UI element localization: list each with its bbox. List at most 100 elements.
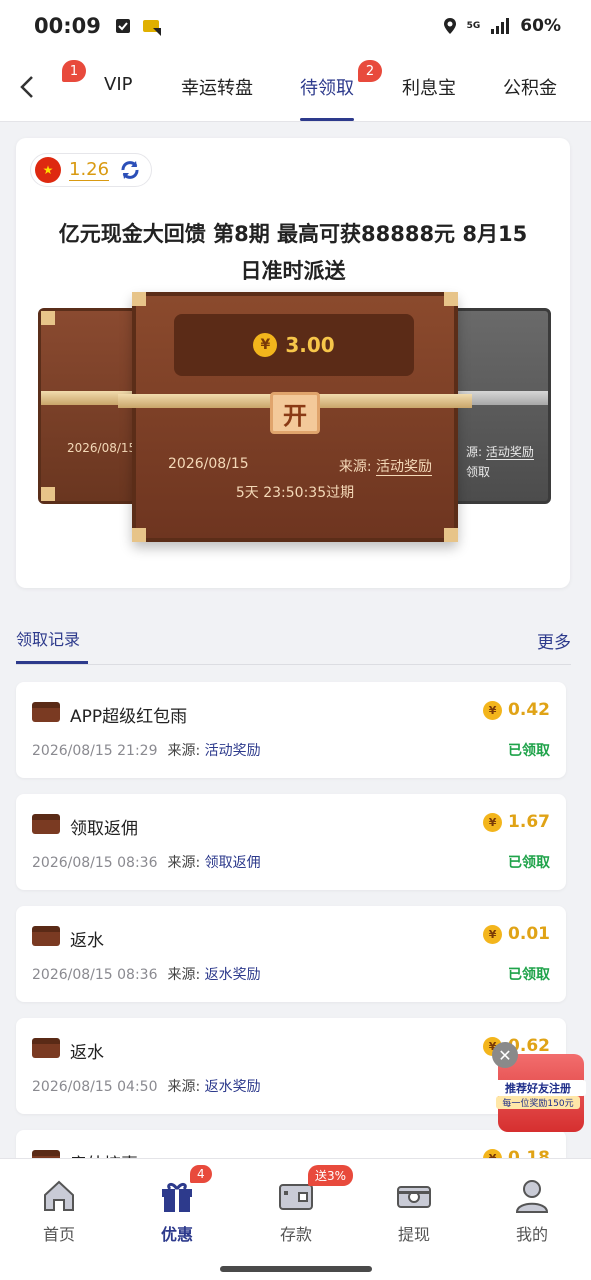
status-right: 5G 60% bbox=[443, 16, 561, 36]
signal-icon bbox=[491, 18, 510, 34]
record-amount-value: 1.67 bbox=[508, 812, 550, 832]
checkbox-notification-icon bbox=[115, 19, 130, 33]
record-title: 返水 bbox=[70, 1043, 104, 1063]
yuan-coin-icon: ¥ bbox=[483, 924, 503, 944]
chest-carousel: 2026/08/15 源: 活动奖励 领取 ¥ 3.00 开 2026/08/1… bbox=[16, 288, 570, 548]
yuan-coin-icon: ¥ bbox=[483, 812, 503, 832]
china-flag-icon: ★ bbox=[35, 157, 61, 183]
record-source-value: 活动奖励 bbox=[204, 743, 261, 759]
record-item[interactable]: 返水 ¥0.01 2026/08/15 08:36 来源: 返水奖励 已领取 bbox=[16, 906, 566, 1002]
home-icon bbox=[44, 1180, 74, 1211]
more-link[interactable]: 更多 bbox=[537, 628, 571, 653]
treasure-chest-card: ★ 1.26 亿元现金大回馈 第8期 最高可获88888元 8月15日准时派送 … bbox=[16, 138, 570, 588]
record-meta: 2026/08/15 08:36 来源: 返水奖励 bbox=[32, 964, 261, 984]
network-type: 5G bbox=[466, 20, 481, 31]
section-divider bbox=[16, 664, 571, 665]
top-tab-bar: 1 VIP 幸运转盘 待领取 2 利息宝 公积金 bbox=[0, 52, 591, 122]
chest-corner bbox=[444, 292, 458, 306]
balance-pill: ★ 1.26 bbox=[30, 153, 153, 187]
record-amount: ¥0.01 bbox=[483, 924, 550, 944]
record-source-value: 返水奖励 bbox=[204, 967, 261, 983]
record-datetime: 2026/08/15 08:36 bbox=[32, 967, 158, 983]
nav-home-label: 首页 bbox=[42, 1225, 75, 1244]
record-source-label: 来源: bbox=[167, 967, 201, 983]
record-datetime: 2026/08/15 04:50 bbox=[32, 1079, 158, 1095]
chest-amount-panel: ¥ 3.00 bbox=[174, 314, 414, 376]
record-amount-value: 0.01 bbox=[508, 924, 550, 944]
refresh-icon[interactable] bbox=[117, 157, 143, 183]
record-source-value: 返水奖励 bbox=[204, 1079, 261, 1095]
record-title: 领取返佣 bbox=[70, 819, 138, 839]
record-item[interactable]: APP超级红包雨 ¥0.42 2026/08/15 21:29 来源: 活动奖励 … bbox=[16, 682, 566, 778]
record-status: 已领取 bbox=[508, 967, 550, 983]
withdraw-icon bbox=[397, 1186, 431, 1208]
chest-source-value: 活动奖励 bbox=[376, 459, 432, 476]
chest-expire-countdown: 5天 23:50:35过期 bbox=[235, 485, 355, 501]
chest-corner bbox=[132, 528, 146, 542]
notification-icons bbox=[115, 16, 163, 36]
main-chest[interactable]: ¥ 3.00 开 2026/08/15 来源: 活动奖励 5天 23:50:35… bbox=[118, 292, 472, 542]
record-meta: 2026/08/15 21:29 来源: 活动奖励 bbox=[32, 740, 261, 760]
record-status: 已领取 bbox=[508, 743, 550, 759]
tab-pending[interactable]: 待领取 bbox=[300, 74, 354, 100]
close-icon[interactable]: ✕ bbox=[492, 1042, 518, 1068]
chevron-left-icon bbox=[20, 76, 33, 98]
tab-interest[interactable]: 利息宝 bbox=[402, 74, 456, 100]
nav-promotions-label: 优惠 bbox=[160, 1225, 193, 1244]
record-datetime: 2026/08/15 08:36 bbox=[32, 855, 158, 871]
record-amount: ¥1.67 bbox=[483, 812, 550, 832]
next-chest-source: 源: 活动奖励 bbox=[466, 443, 534, 460]
nav-withdraw-label: 提现 bbox=[397, 1225, 430, 1244]
status-bar: 00:09 5G 60% bbox=[0, 0, 591, 52]
nav-deposit-label: 存款 bbox=[279, 1225, 312, 1244]
prev-chest-date: 2026/08/15 bbox=[67, 441, 137, 455]
battery-level: 60% bbox=[520, 16, 561, 36]
app-notification-icon bbox=[142, 20, 161, 36]
record-item[interactable]: 返水 ¥0.62 2026/08/15 04:50 来源: 返水奖励 bbox=[16, 1018, 566, 1114]
record-title: APP超级红包雨 bbox=[70, 707, 188, 727]
chest-corner bbox=[41, 487, 55, 501]
chest-corner bbox=[132, 292, 146, 306]
chest-amount: 3.00 bbox=[285, 333, 335, 357]
tab-lucky-wheel[interactable]: 幸运转盘 bbox=[181, 74, 253, 100]
deposit-badge: 送3% bbox=[308, 1165, 354, 1186]
nav-profile[interactable]: 我的 bbox=[492, 1177, 572, 1245]
next-chest-extra: 领取 bbox=[466, 465, 491, 479]
nav-home[interactable]: 首页 bbox=[19, 1177, 99, 1245]
tab-provident-fund[interactable]: 公积金 bbox=[503, 74, 557, 100]
status-time: 00:09 bbox=[34, 14, 101, 38]
chest-icon bbox=[32, 702, 60, 722]
chest-corner bbox=[41, 311, 55, 325]
nav-deposit[interactable]: 存款 bbox=[256, 1177, 336, 1245]
chest-icon bbox=[32, 1038, 60, 1058]
nav-profile-label: 我的 bbox=[515, 1225, 548, 1244]
chest-source: 来源: 活动奖励 bbox=[339, 456, 432, 476]
tab-claim-records[interactable]: 领取记录 bbox=[16, 626, 80, 650]
record-amount-value: 0.42 bbox=[508, 700, 550, 720]
record-status: 已领取 bbox=[508, 855, 550, 871]
chest-icon bbox=[32, 926, 60, 946]
chest-source-label: 来源: bbox=[338, 459, 372, 475]
back-button[interactable] bbox=[14, 72, 40, 102]
home-indicator[interactable] bbox=[220, 1266, 372, 1272]
next-chest-source-label: 源: bbox=[466, 445, 483, 459]
open-chest-button[interactable]: 开 bbox=[270, 392, 320, 434]
chest-icon bbox=[32, 814, 60, 834]
nav-promotions[interactable]: 优惠 bbox=[137, 1177, 217, 1245]
record-meta: 2026/08/15 08:36 来源: 领取返佣 bbox=[32, 852, 261, 872]
referral-promo-widget[interactable]: ✕ 推荐好友注册 每一位奖励150元 bbox=[490, 1040, 586, 1136]
yuan-coin-icon: ¥ bbox=[253, 333, 278, 357]
record-item[interactable]: 领取返佣 ¥1.67 2026/08/15 08:36 来源: 领取返佣 已领取 bbox=[16, 794, 566, 890]
record-meta: 2026/08/15 04:50 来源: 返水奖励 bbox=[32, 1076, 261, 1096]
record-datetime: 2026/08/15 21:29 bbox=[32, 743, 158, 759]
record-source-label: 来源: bbox=[167, 855, 201, 871]
chest-date: 2026/08/15 bbox=[168, 456, 249, 472]
record-source-label: 来源: bbox=[167, 743, 201, 759]
campaign-title: 亿元现金大回馈 第8期 最高可获88888元 8月15日准时派送 bbox=[58, 222, 528, 283]
chest-corner bbox=[444, 528, 458, 542]
record-source-label: 来源: bbox=[167, 1079, 201, 1095]
record-amount: ¥0.42 bbox=[483, 700, 550, 720]
tab-vip[interactable]: VIP bbox=[104, 74, 132, 95]
record-source-value: 领取返佣 bbox=[204, 855, 261, 871]
nav-withdraw[interactable]: 提现 bbox=[374, 1177, 454, 1245]
